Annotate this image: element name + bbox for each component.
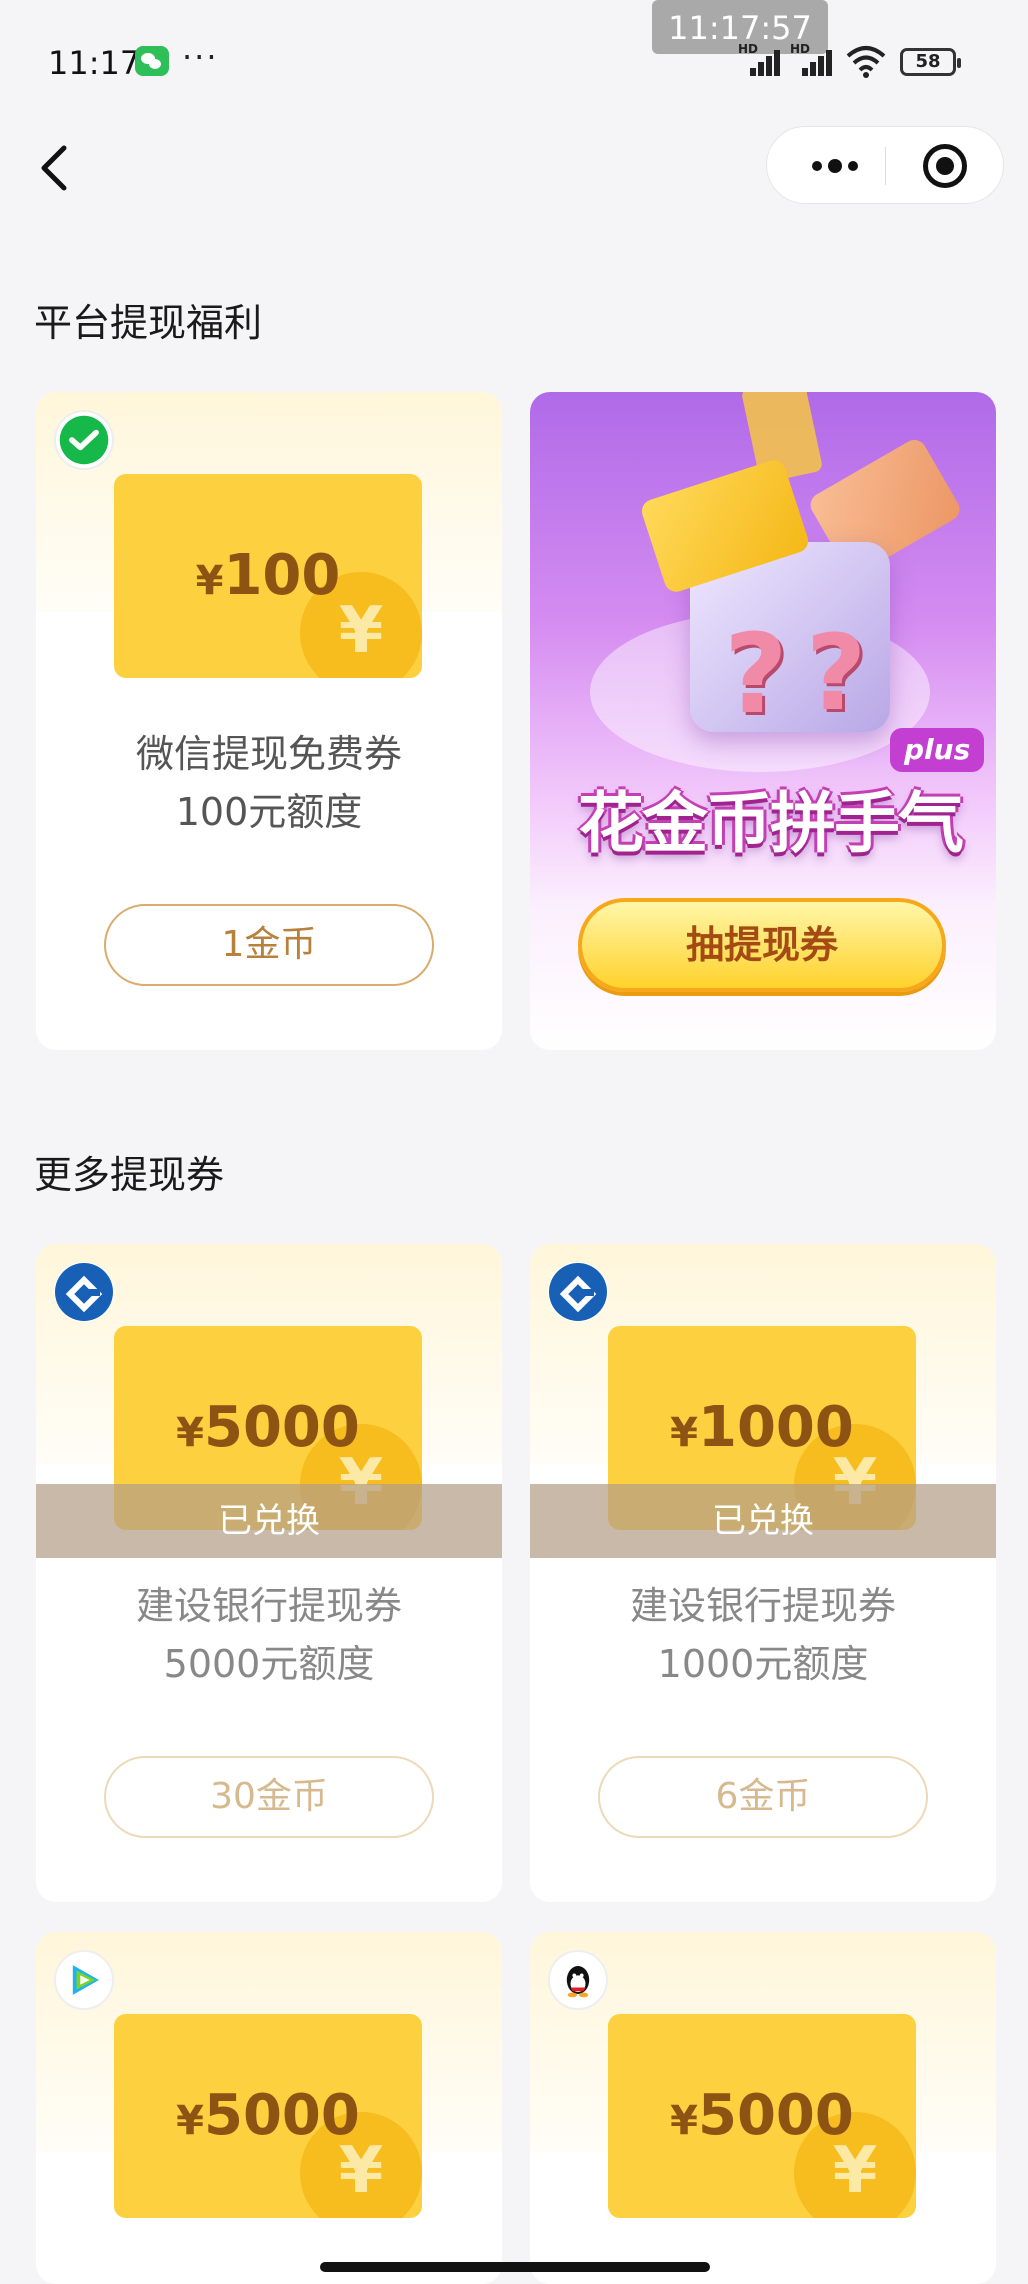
lucky-draw-promo-card[interactable]: ? ? plus 花金币拼手气 抽提现券 <box>530 392 996 1050</box>
signal-icon: HD <box>790 42 836 76</box>
section-title-platform: 平台提现福利 <box>34 301 263 345</box>
tencent-video-voucher-card[interactable]: ¥ ¥5000 <box>36 1932 502 2284</box>
close-mini-program-icon[interactable] <box>923 144 967 188</box>
draw-voucher-button[interactable]: 抽提现券 <box>578 898 946 992</box>
ccb-voucher-card[interactable]: ¥ ¥5000 已兑换 建设银行提现券 5000元额度 30金币 <box>36 1244 502 1902</box>
voucher-quota: 1000元额度 <box>657 1642 869 1686</box>
capsule-divider <box>885 147 886 185</box>
voucher-face: ¥ ¥5000 <box>608 2014 916 2218</box>
status-bar: 11:17 ··· 11:17:57 HD HD 58 <box>0 0 1028 120</box>
signal-icon: HD <box>738 42 784 76</box>
voucher-amount: ¥100 <box>195 543 341 608</box>
ccb-bank-icon <box>548 1262 608 1322</box>
wechat-pay-icon <box>54 410 114 470</box>
qq-icon <box>548 1950 608 2010</box>
plus-badge: plus <box>890 728 985 772</box>
promo-headline: 花金币拼手气 <box>578 785 964 862</box>
wifi-icon <box>846 46 886 78</box>
voucher-quota: 5000元额度 <box>163 1642 375 1686</box>
redeem-price-button[interactable]: 6金币 <box>598 1756 928 1838</box>
voucher-face: ¥ ¥100 <box>114 474 422 678</box>
redeemed-status-badge: 已兑换 <box>530 1484 996 1558</box>
more-notifications-icon: ··· <box>182 38 219 76</box>
mini-program-capsule <box>766 126 1004 204</box>
redeem-price-button[interactable]: 1金币 <box>104 904 434 986</box>
voucher-name: 建设银行提现券 <box>629 1584 896 1628</box>
wechat-voucher-card[interactable]: ¥ ¥100 微信提现免费券 100元额度 1金币 <box>36 392 502 1050</box>
voucher-name: 微信提现免费券 <box>135 732 402 776</box>
voucher-amount: ¥5000 <box>670 2083 854 2148</box>
redeem-price-button[interactable]: 30金币 <box>104 1756 434 1838</box>
voucher-amount: ¥5000 <box>176 2083 360 2148</box>
back-icon[interactable] <box>34 140 74 196</box>
voucher-name: 建设银行提现券 <box>135 1584 402 1628</box>
more-options-icon[interactable] <box>795 127 875 205</box>
ccb-voucher-card[interactable]: ¥ ¥1000 已兑换 建设银行提现券 1000元额度 6金币 <box>530 1244 996 1902</box>
voucher-quota: 100元额度 <box>175 790 363 834</box>
voucher-face: ¥ ¥5000 <box>114 2014 422 2218</box>
redeemed-status-badge: 已兑换 <box>36 1484 502 1558</box>
section-title-more: 更多提现券 <box>34 1153 225 1197</box>
wechat-notification-icon <box>135 46 169 76</box>
battery-icon: 58 <box>900 48 961 76</box>
tencent-video-icon <box>54 1950 114 2010</box>
home-indicator[interactable] <box>320 2262 710 2272</box>
status-time: 11:17 <box>48 44 141 82</box>
qq-voucher-card[interactable]: ¥ ¥5000 <box>530 1932 996 2284</box>
ccb-bank-icon <box>54 1262 114 1322</box>
